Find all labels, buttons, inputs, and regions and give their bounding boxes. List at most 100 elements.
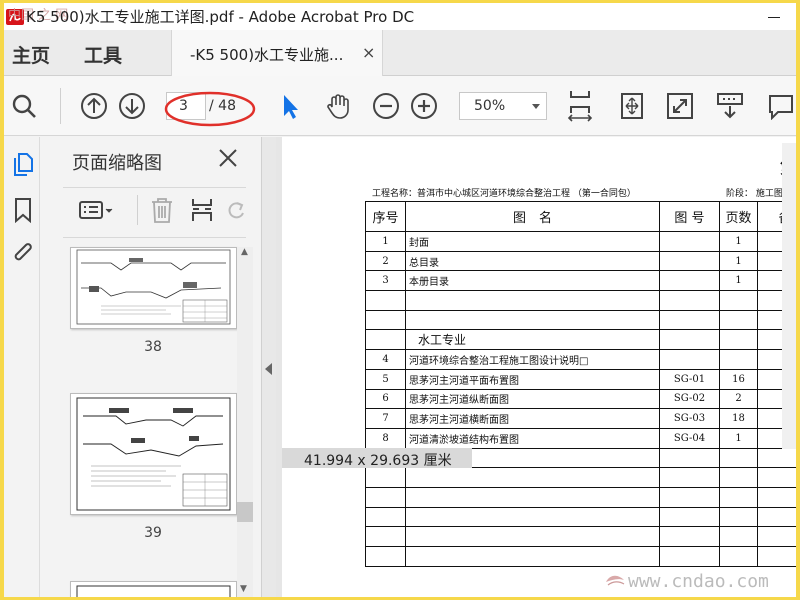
drawing-code-cell (659, 506, 720, 528)
tab-home[interactable]: 主页 (12, 41, 50, 68)
drawing-name-cell: 思茅河主河道横断面图 (405, 408, 660, 429)
table-row: 6 思茅河主河道纵断面图 SG-02 2 (365, 388, 796, 410)
drawing-index-table: 序号 图 名 图 号 页数 备注 1封面12总目录13本册目录1水工专业4河道环… (365, 201, 796, 567)
row-number-cell: 1 (365, 231, 406, 252)
row-number-cell: 6 (365, 388, 406, 410)
document-view[interactable]: 第 工程名称：普洱市中心城区河道环境综合整治工程 （第一合同包） 阶段： 施工图… (276, 137, 796, 597)
document-page: 第 工程名称：普洱市中心城区河道环境综合整治工程 （第一合同包） 阶段： 施工图… (282, 137, 796, 597)
bookmark-icon[interactable] (11, 197, 35, 223)
close-tab-button[interactable]: × (362, 43, 375, 62)
row-number-cell (365, 546, 406, 567)
chevron-left-icon (265, 363, 272, 375)
thumbnail-label-39: 39 (144, 525, 162, 541)
fit-page-icon[interactable] (566, 89, 594, 123)
table-row: 5 思茅河主河道平面布置图 SG-01 16 (365, 368, 796, 390)
drawing-code-cell (659, 486, 720, 508)
thumbnail-scrollbar[interactable]: ▲ ▼ (237, 247, 253, 597)
search-icon[interactable] (10, 92, 38, 120)
close-icon[interactable] (217, 147, 239, 169)
thumbnail-label-38: 38 (144, 339, 162, 355)
project-name-line: 工程名称：普洱市中心城区河道环境综合整治工程 （第一合同包） (372, 189, 636, 199)
page-up-icon[interactable] (80, 92, 108, 120)
table-row (365, 486, 796, 508)
note-cell (757, 486, 796, 508)
row-number-cell (365, 506, 406, 528)
comment-icon[interactable] (766, 92, 794, 120)
row-number-cell (365, 329, 406, 351)
extract-pages-icon[interactable] (189, 197, 215, 223)
thumbnail-page-40[interactable] (70, 581, 237, 597)
table-row: 4 河道环境综合整治工程施工图设计说明□ (365, 349, 796, 370)
watermark-text: www.cndao.com (628, 571, 769, 592)
select-arrow-icon[interactable] (276, 92, 304, 120)
page-count-cell (719, 467, 758, 488)
table-row (365, 546, 796, 567)
thumbnail-drawing (76, 397, 231, 511)
column-header: 图 名 (405, 201, 660, 232)
page-count-cell (719, 486, 758, 508)
drawing-code-cell (659, 329, 720, 351)
drawing-name-cell (405, 526, 660, 547)
table-row: 8 河道清淤坡道结构布置图 SG-04 1 (365, 427, 796, 449)
note-cell (757, 526, 796, 547)
fit-width-icon[interactable] (618, 92, 646, 120)
drawing-name-cell (405, 290, 660, 311)
scroll-down-icon[interactable]: ▼ (240, 584, 247, 594)
scrollbar-thumb[interactable] (237, 502, 253, 522)
drawing-code-cell (659, 250, 720, 272)
drawing-code-cell (659, 526, 720, 547)
table-row (365, 467, 796, 488)
table-row (365, 290, 796, 311)
document-tab-label: -K5 500)水工专业施... (190, 46, 344, 64)
thumbnail-options-icon[interactable] (79, 197, 115, 223)
table-row (365, 309, 796, 331)
page-count-cell: 1 (719, 231, 758, 252)
zoom-select[interactable]: 50% (459, 92, 547, 120)
row-number-cell: 7 (365, 408, 406, 429)
full-screen-icon[interactable] (666, 92, 694, 120)
drawing-code-cell (659, 270, 720, 292)
panel-collapse-handle[interactable] (262, 137, 276, 597)
hand-icon[interactable] (324, 92, 352, 120)
note-cell (757, 467, 796, 488)
drawing-code-cell (659, 231, 720, 252)
page-down-icon[interactable] (118, 92, 146, 120)
rotate-icon[interactable] (227, 197, 247, 223)
page-size-readout: 41.994 x 29.693 厘米 (304, 453, 452, 469)
thumbnail-page-38[interactable] (70, 247, 237, 329)
page-count-cell (719, 506, 758, 528)
zoom-out-icon[interactable] (372, 92, 400, 120)
page-thumbnails-icon[interactable] (11, 151, 35, 177)
title-bar: 中国 之 网 K5 500)水工专业施工详图.pdf - Adobe Acrob… (4, 3, 796, 30)
acrobat-window: 中国 之 网 K5 500)水工专业施工详图.pdf - Adobe Acrob… (4, 3, 796, 597)
zoom-in-icon[interactable] (410, 92, 438, 120)
column-header: 页数 (719, 201, 758, 232)
tab-document[interactable]: -K5 500)水工专业施... × (171, 30, 383, 76)
scroll-up-icon[interactable]: ▲ (241, 247, 248, 257)
minimize-button[interactable] (758, 8, 790, 26)
drawing-code-cell: SG-02 (659, 388, 720, 410)
note-cell (757, 506, 796, 528)
table-row: 水工专业 (365, 329, 796, 351)
row-number-cell (365, 290, 406, 311)
row-number-cell: 3 (365, 270, 406, 292)
attachment-icon[interactable] (11, 240, 35, 266)
drawing-name-cell: 总目录 (405, 250, 660, 272)
delete-icon[interactable] (149, 197, 175, 223)
tab-tools[interactable]: 工具 (84, 41, 122, 68)
table-header-row: 序号 图 名 图 号 页数 备注 (365, 201, 796, 232)
tab-bar: 主页 工具 -K5 500)水工专业施... × (4, 30, 796, 76)
drawing-code-cell: SG-04 (659, 427, 720, 449)
page-count-cell (719, 329, 758, 351)
thumbnail-page-39[interactable] (70, 393, 237, 515)
toolbar: 3 / 48 50% (4, 76, 796, 136)
drawing-name-cell: 思茅河主河道纵断面图 (405, 388, 660, 410)
drawing-name-cell: 水工专业 (405, 329, 660, 351)
read-mode-icon[interactable] (716, 92, 744, 120)
panel-title: 页面缩略图 (72, 153, 162, 174)
note-cell (757, 546, 796, 567)
drawing-name-cell: 思茅河主河道平面布置图 (405, 368, 660, 390)
red-highlight-ellipse (164, 91, 256, 127)
document-scrollbar[interactable] (782, 143, 796, 449)
drawing-name-cell: 封面 (405, 231, 660, 252)
